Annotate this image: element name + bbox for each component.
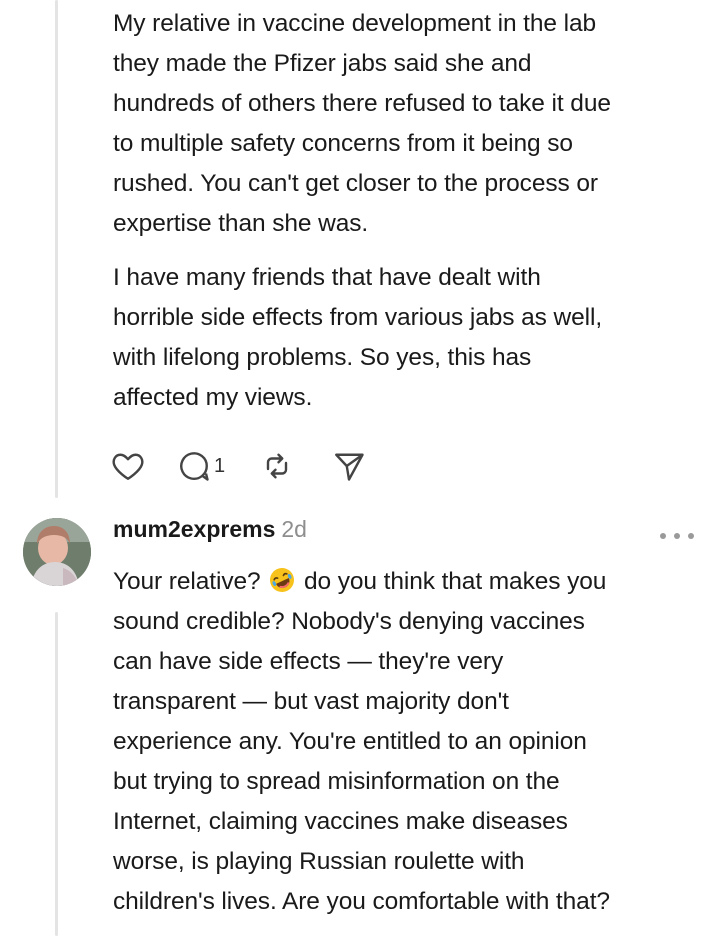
- comment-paragraph: I have many friends that have dealt with…: [113, 264, 603, 411]
- restack-button[interactable]: [259, 448, 295, 484]
- timestamp: 2d: [281, 516, 307, 542]
- send-arrow-icon: [335, 453, 364, 481]
- reply-button[interactable]: 1: [176, 448, 225, 484]
- avatar[interactable]: [23, 518, 91, 586]
- rolling-on-floor-laughing-emoji-icon: [270, 568, 295, 592]
- comment-actions: 1: [110, 446, 397, 486]
- restack-arrows-icon: [266, 453, 288, 479]
- reply-count: 1: [214, 454, 226, 477]
- comment-header: mum2exprems 2d: [113, 516, 307, 556]
- avatar-image: [23, 518, 91, 586]
- comment-text-rest: do you think that makes you sound credib…: [113, 568, 610, 915]
- comment-body: Your relative? do you think that makes y…: [113, 562, 703, 922]
- like-button[interactable]: [110, 448, 146, 484]
- comment-paragraph: My relative in vaccine development in th…: [113, 10, 611, 237]
- share-button[interactable]: [331, 448, 367, 484]
- thread-line: [55, 612, 58, 936]
- comment-text-start: Your relative?: [113, 568, 261, 595]
- comment-paragraph: Your relative? do you think that makes y…: [113, 562, 703, 922]
- dot: [660, 533, 666, 539]
- author-name[interactable]: mum2exprems: [113, 516, 275, 543]
- dot: [688, 533, 694, 539]
- heart-icon: [112, 453, 144, 480]
- dot: [674, 533, 680, 539]
- comment-bubble-icon: [180, 452, 209, 481]
- more-options-icon[interactable]: [660, 529, 694, 543]
- comment-body: My relative in vaccine development in th…: [113, 4, 703, 418]
- thread-line: [55, 0, 58, 498]
